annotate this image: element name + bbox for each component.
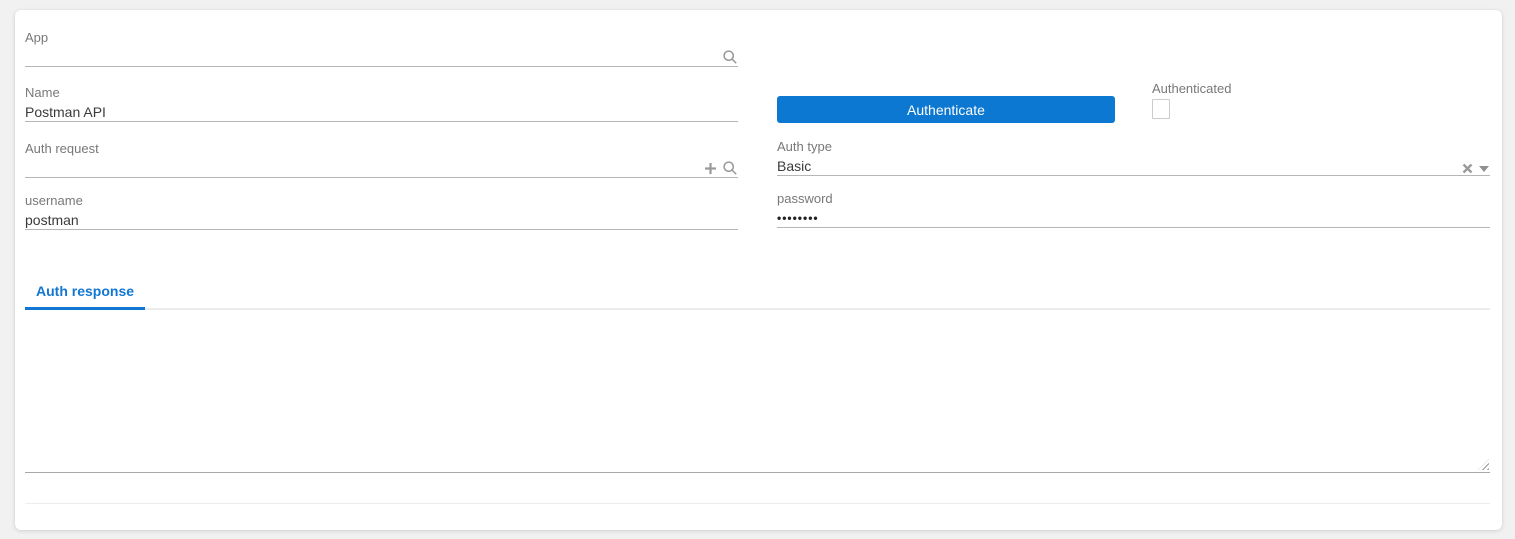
authenticate-button-wrap: Authenticate	[777, 81, 1115, 123]
name-field: Name	[25, 85, 738, 122]
auth-response-wrap	[25, 310, 1490, 473]
username-input[interactable]	[25, 211, 738, 229]
auth-request-input[interactable]	[25, 159, 738, 177]
authenticated-checkbox[interactable]	[1151, 99, 1170, 119]
authenticate-row: Authenticate Authenticated	[777, 81, 1490, 123]
app-field: App	[25, 30, 738, 67]
search-icon[interactable]	[722, 160, 738, 176]
authenticated-group: Authenticated	[1151, 81, 1232, 119]
password-field-label: password	[777, 191, 833, 206]
form-grid: App Name Auth requ	[25, 30, 1490, 230]
password-field-control	[777, 209, 1490, 228]
authenticate-button[interactable]: Authenticate	[777, 96, 1115, 123]
auth-response-textarea[interactable]	[25, 310, 1490, 473]
username-field-label: username	[25, 193, 83, 208]
plus-icon[interactable]	[704, 162, 717, 175]
app-field-control	[25, 48, 738, 67]
tab-auth-response[interactable]: Auth response	[25, 283, 146, 310]
username-field: username	[25, 193, 738, 230]
clear-icon[interactable]	[1462, 163, 1473, 174]
name-field-label: Name	[25, 85, 60, 100]
bottom-divider	[25, 503, 1490, 504]
caret-down-icon[interactable]	[1478, 165, 1490, 173]
authenticated-label: Authenticated	[1151, 81, 1232, 96]
auth-type-value[interactable]	[777, 157, 1490, 175]
right-column-spacer	[777, 30, 1490, 81]
auth-request-field-label: Auth request	[25, 141, 99, 156]
auth-request-field-control	[25, 159, 738, 178]
password-field: password	[777, 191, 1490, 228]
name-input[interactable]	[25, 103, 738, 121]
auth-type-field-label: Auth type	[777, 139, 832, 154]
app-field-label: App	[25, 30, 49, 45]
tab-bar: Auth response	[25, 281, 1490, 310]
search-icon[interactable]	[722, 49, 738, 65]
auth-type-field: Auth type	[777, 139, 1490, 176]
name-field-control	[25, 103, 738, 122]
right-column: Authenticate Authenticated Auth type Bas…	[777, 30, 1490, 230]
left-column: App Name Auth requ	[25, 30, 738, 230]
username-field-control	[25, 211, 738, 230]
auth-request-field: Auth request	[25, 141, 738, 178]
auth-type-select[interactable]	[777, 157, 1490, 176]
app-input[interactable]	[25, 48, 738, 66]
password-input[interactable]	[777, 209, 1490, 227]
form-card: App Name Auth requ	[15, 10, 1502, 530]
